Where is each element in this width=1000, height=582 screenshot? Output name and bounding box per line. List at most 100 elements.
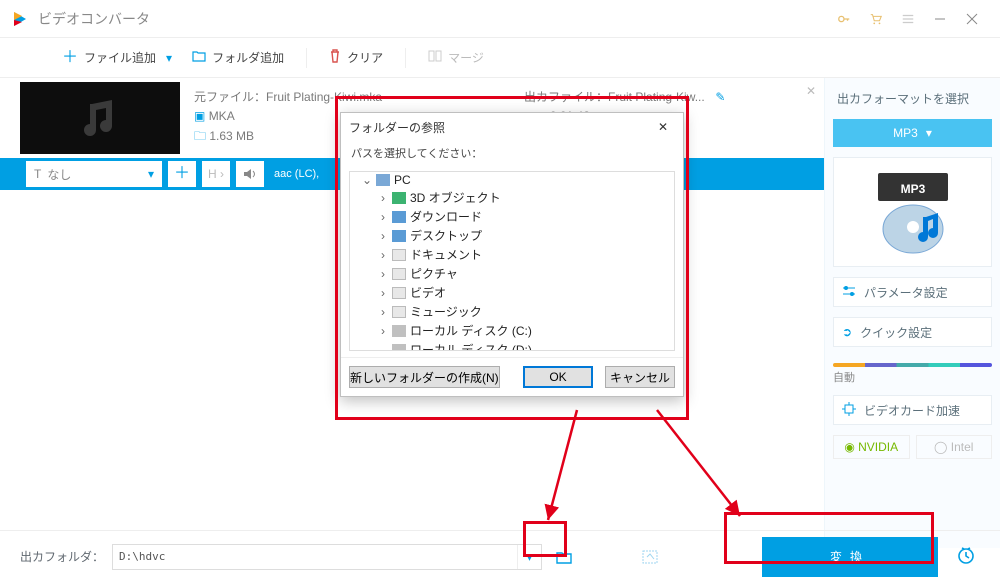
folder-small-icon: 🗀 — [194, 129, 206, 143]
convert-button[interactable]: 変換 — [762, 537, 938, 577]
lightning-icon: ➲ — [842, 325, 852, 339]
quick-label: クイック設定 — [860, 324, 932, 341]
tree-disk-c[interactable]: ›ローカル ディスク (C:) — [350, 321, 674, 340]
sliders-icon — [842, 285, 856, 300]
minimize-button[interactable] — [924, 5, 956, 33]
gpu-accel-button[interactable]: ビデオカード加速 — [833, 395, 992, 425]
tree-videos[interactable]: ›ビデオ — [350, 283, 674, 302]
remove-file-button[interactable]: ✕ — [806, 84, 816, 98]
toolbar: ＋ ファイル追加 ▾ フォルダ追加 クリア マージ — [0, 38, 1000, 78]
format-label: MP3 — [893, 126, 918, 140]
ok-button[interactable]: OK — [523, 366, 593, 388]
dialog-title: フォルダーの参照 — [349, 119, 445, 136]
merge-icon — [428, 50, 442, 65]
audio-codec-label: aac (LC), — [274, 168, 319, 180]
chevron-down-icon: ▾ — [148, 167, 154, 181]
output-path-input[interactable]: ▾ — [112, 544, 542, 570]
chevron-down-icon: ▾ — [926, 126, 932, 140]
add-folder-button[interactable]: フォルダ追加 — [184, 45, 292, 70]
plus-icon: ＋ — [62, 50, 78, 66]
merge-button[interactable]: マージ — [420, 45, 492, 70]
separator — [405, 48, 406, 68]
intel-badge: ◯ Intel — [916, 435, 993, 459]
trash-icon — [329, 49, 341, 66]
quality-slider[interactable] — [833, 363, 992, 367]
add-folder-label: フォルダ追加 — [212, 49, 284, 66]
format-preview: MP3 — [833, 157, 992, 267]
track-h-button[interactable]: H › — [202, 161, 230, 187]
key-icon[interactable] — [828, 5, 860, 33]
video-icon — [392, 287, 406, 299]
cancel-button[interactable]: キャンセル — [605, 366, 675, 388]
document-icon — [392, 249, 406, 261]
chevron-down-icon: ▾ — [527, 550, 533, 564]
edit-icon[interactable]: ✎ — [709, 90, 726, 104]
clear-label: クリア — [347, 49, 383, 66]
title-bar: ビデオコンバータ — [0, 0, 1000, 38]
chevron-down-icon: ▾ — [166, 51, 172, 65]
speaker-icon[interactable] — [236, 161, 264, 187]
menu-icon[interactable] — [892, 5, 924, 33]
slider-auto-label: 自動 — [833, 369, 992, 385]
cube-icon — [392, 192, 406, 204]
folder-icon — [192, 50, 206, 65]
subtitle-select[interactable]: Tなし ▾ — [26, 161, 162, 187]
tree-documents[interactable]: ›ドキュメント — [350, 245, 674, 264]
add-track-button[interactable]: ＋ — [168, 161, 196, 187]
source-file-label: 元ファイル：Fruit Plating-Kiwi.mka — [194, 88, 494, 105]
file-type-icon: ▣ — [194, 109, 205, 123]
app-title: ビデオコンバータ — [38, 9, 828, 29]
output-path-field[interactable] — [113, 550, 517, 563]
quick-settings-button[interactable]: ➲ クイック設定 — [833, 317, 992, 347]
file-thumbnail[interactable] — [20, 82, 180, 154]
intel-icon: ◯ — [934, 440, 951, 454]
plus-icon: ＋ — [174, 166, 190, 182]
folder-tree[interactable]: ⌄PC ›3D オブジェクト ›ダウンロード ›デスクトップ ›ドキュメント ›… — [349, 171, 675, 351]
desktop-icon — [392, 230, 406, 242]
param-label: パラメータ設定 — [864, 284, 948, 301]
music-icon — [392, 306, 406, 318]
new-folder-button[interactable]: 新しいフォルダーの作成(N) — [349, 366, 500, 388]
download-icon — [392, 211, 406, 223]
tree-music[interactable]: ›ミュージック — [350, 302, 674, 321]
separator — [306, 48, 307, 68]
svg-text:MP3: MP3 — [900, 182, 925, 196]
output-file-label: 出カファイル：Fruit Plating-Kiw... ✎ — [524, 88, 725, 105]
tree-downloads[interactable]: ›ダウンロード — [350, 207, 674, 226]
disk-icon — [392, 325, 406, 337]
output-path-dropdown[interactable]: ▾ — [517, 545, 541, 569]
nvidia-icon: ◉ — [844, 440, 858, 454]
merge-label: マージ — [448, 49, 484, 66]
format-panel: 出カフォーマットを選択 MP3 ▾ MP3 パラメータ設定 ➲ クイック設定 — [824, 78, 1000, 548]
tree-disk-d[interactable]: ⌄ローカル ディスク (D:) — [350, 340, 674, 351]
dialog-close-button[interactable]: ✕ — [651, 120, 675, 134]
tree-3d[interactable]: ›3D オブジェクト — [350, 188, 674, 207]
close-button[interactable] — [956, 5, 988, 33]
output-folder-label: 出カフォルダ： — [20, 548, 104, 565]
app-logo-icon — [12, 11, 28, 27]
open-folder-button[interactable] — [550, 544, 578, 570]
text-icon: T — [34, 167, 41, 181]
folder-browse-dialog: フォルダーの参照 ✕ パスを選択してください： ⌄PC ›3D オブジェクト ›… — [340, 112, 684, 397]
bottom-bar: 出カフォルダ： ▾ 変換 — [0, 530, 1000, 582]
tree-pc[interactable]: ⌄PC — [350, 172, 674, 188]
pc-icon — [376, 174, 390, 186]
add-file-label: ファイル追加 — [84, 49, 156, 66]
panel-title: 出カフォーマットを選択 — [833, 88, 992, 109]
music-note-icon — [76, 94, 124, 142]
chip-icon — [842, 402, 856, 419]
format-select[interactable]: MP3 ▾ — [833, 119, 992, 147]
tree-pictures[interactable]: ›ピクチャ — [350, 264, 674, 283]
gpu-label: ビデオカード加速 — [864, 402, 960, 419]
clear-button[interactable]: クリア — [321, 45, 391, 70]
add-file-button[interactable]: ＋ ファイル追加 ▾ — [54, 45, 180, 70]
picture-icon — [392, 268, 406, 280]
param-settings-button[interactable]: パラメータ設定 — [833, 277, 992, 307]
snapshot-icon[interactable] — [636, 544, 664, 570]
nvidia-badge: ◉ NVIDIA — [833, 435, 910, 459]
schedule-icon[interactable] — [956, 545, 980, 568]
disk-icon — [392, 344, 406, 352]
cart-icon[interactable] — [860, 5, 892, 33]
tree-desktop[interactable]: ›デスクトップ — [350, 226, 674, 245]
dialog-message: パスを選択してください： — [341, 141, 683, 165]
